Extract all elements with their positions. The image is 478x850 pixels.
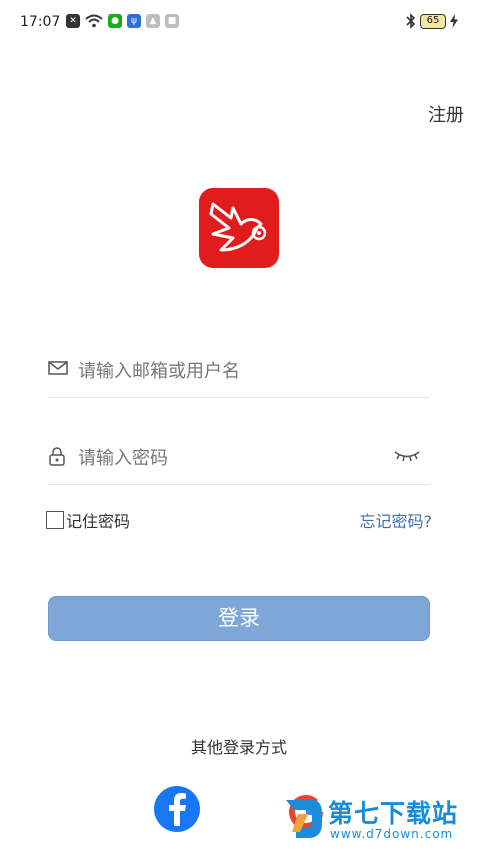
app-icon: ▲ — [146, 14, 160, 28]
eye-closed-icon[interactable] — [394, 449, 420, 463]
usb-icon: ψ — [127, 14, 141, 28]
password-field — [48, 435, 430, 485]
facebook-icon — [169, 793, 186, 826]
watermark: 第七下载站 www.d7down.com — [282, 790, 478, 850]
charging-icon — [450, 14, 458, 28]
facebook-login-button[interactable] — [154, 786, 200, 832]
password-input[interactable] — [78, 443, 388, 473]
mail-icon — [48, 361, 68, 375]
remember-password[interactable]: 记住密码 — [46, 508, 130, 532]
login-button[interactable]: 登录 — [48, 596, 430, 641]
login-screen: 17:07 ✕ ● ψ ▲ ■ 65 注册 请输入邮箱或用户名 记住密码 忘记密… — [0, 0, 478, 850]
app-icon: ■ — [165, 14, 179, 28]
app-logo — [199, 188, 279, 268]
notification-icon: ✕ — [66, 14, 80, 28]
username-field — [48, 348, 430, 398]
watermark-url: www.d7down.com — [330, 827, 454, 841]
other-login-title: 其他登录方式 — [190, 738, 287, 757]
wifi-icon — [85, 14, 103, 28]
bluetooth-icon — [406, 13, 416, 29]
forgot-password-link[interactable]: 忘记密码? — [360, 508, 433, 532]
username-input[interactable] — [78, 356, 388, 386]
remember-checkbox[interactable] — [46, 511, 64, 529]
wechat-icon: ● — [108, 14, 122, 28]
status-time: 17:07 — [20, 14, 61, 30]
status-icons-left: ✕ ● ψ ▲ ■ — [66, 14, 179, 28]
remember-label: 记住密码 — [66, 512, 131, 531]
watermark-title: 第七下载站 — [328, 799, 459, 828]
status-icons-right: 65 — [406, 13, 458, 29]
status-bar: 17:07 ✕ ● ψ ▲ ■ 65 — [0, 0, 478, 44]
battery-indicator: 65 — [420, 13, 446, 29]
bird-logo-icon — [209, 202, 267, 252]
d7-logo-icon — [286, 800, 322, 838]
register-link[interactable]: 注册 — [428, 101, 464, 127]
lock-icon — [49, 447, 65, 466]
